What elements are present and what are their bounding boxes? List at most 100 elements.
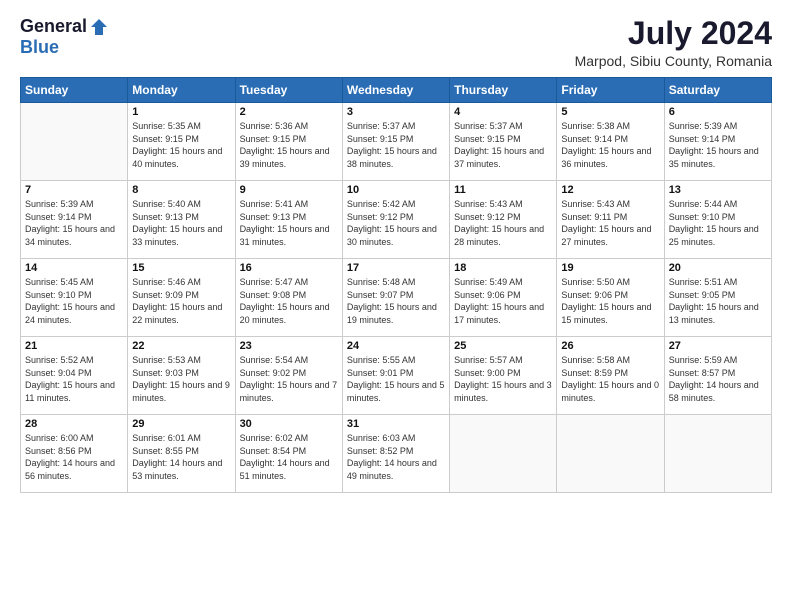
day-info: Sunrise: 5:52 AM Sunset: 9:04 PM Dayligh…	[25, 354, 123, 404]
weekday-header-thursday: Thursday	[450, 78, 557, 103]
calendar-cell: 28Sunrise: 6:00 AM Sunset: 8:56 PM Dayli…	[21, 415, 128, 493]
day-number: 21	[25, 340, 123, 352]
day-info: Sunrise: 5:46 AM Sunset: 9:09 PM Dayligh…	[132, 276, 230, 326]
weekday-header-row: SundayMondayTuesdayWednesdayThursdayFrid…	[21, 78, 772, 103]
day-number: 30	[240, 418, 338, 430]
calendar-cell: 9 Sunrise: 5:41 AM Sunset: 9:13 PM Daylig…	[235, 181, 342, 259]
day-info: Sunrise: 5:55 AM Sunset: 9:01 PM Dayligh…	[347, 354, 445, 404]
month-year-title: July 2024	[575, 16, 772, 51]
calendar-cell: 14 Sunrise: 5:45 AM Sunset: 9:10 PM Dayli…	[21, 259, 128, 337]
header: General Blue July 2024 Marpod, Sibiu Cou…	[20, 16, 772, 69]
calendar-cell: 31 Sunrise: 6:03 AM Sunset: 8:52 PM Dayli…	[342, 415, 449, 493]
day-info: Sunrise: 5:47 AM Sunset: 9:08 PM Dayligh…	[240, 276, 338, 326]
day-number: 8	[132, 184, 230, 196]
day-info: Sunrise: 6:02 AM Sunset: 8:54 PM Dayligh…	[240, 432, 338, 482]
day-info: Sunrise: 5:44 AM Sunset: 9:10 PM Dayligh…	[669, 198, 767, 248]
day-info: Sunrise: 5:41 AM Sunset: 9:13 PM Dayligh…	[240, 198, 338, 248]
day-number: 18	[454, 262, 552, 274]
week-row-5: 28Sunrise: 6:00 AM Sunset: 8:56 PM Dayli…	[21, 415, 772, 493]
day-number: 24	[347, 340, 445, 352]
day-number: 14	[25, 262, 123, 274]
calendar-cell: 29 Sunrise: 6:01 AM Sunset: 8:55 PM Dayli…	[128, 415, 235, 493]
calendar-cell: 16 Sunrise: 5:47 AM Sunset: 9:08 PM Dayli…	[235, 259, 342, 337]
day-number: 9	[240, 184, 338, 196]
day-number: 3	[347, 106, 445, 118]
day-info: Sunrise: 5:43 AM Sunset: 9:12 PM Dayligh…	[454, 198, 552, 248]
calendar-cell: 13 Sunrise: 5:44 AM Sunset: 9:10 PM Dayli…	[664, 181, 771, 259]
calendar-cell: 7Sunrise: 5:39 AM Sunset: 9:14 PM Daylig…	[21, 181, 128, 259]
day-number: 20	[669, 262, 767, 274]
logo-text: General	[20, 16, 109, 37]
calendar-cell: 18 Sunrise: 5:49 AM Sunset: 9:06 PM Dayli…	[450, 259, 557, 337]
day-info: Sunrise: 5:40 AM Sunset: 9:13 PM Dayligh…	[132, 198, 230, 248]
calendar-cell: 8 Sunrise: 5:40 AM Sunset: 9:13 PM Daylig…	[128, 181, 235, 259]
day-number: 7	[25, 184, 123, 196]
weekday-header-tuesday: Tuesday	[235, 78, 342, 103]
calendar-cell: 22Sunrise: 5:53 AM Sunset: 9:03 PM Dayli…	[128, 337, 235, 415]
day-info: Sunrise: 5:45 AM Sunset: 9:10 PM Dayligh…	[25, 276, 123, 326]
day-info: Sunrise: 5:58 AM Sunset: 8:59 PM Dayligh…	[561, 354, 659, 404]
day-number: 1	[132, 106, 230, 118]
calendar-cell: 6 Sunrise: 5:39 AM Sunset: 9:14 PM Daylig…	[664, 103, 771, 181]
day-number: 19	[561, 262, 659, 274]
day-number: 25	[454, 340, 552, 352]
weekday-header-sunday: Sunday	[21, 78, 128, 103]
day-number: 29	[132, 418, 230, 430]
day-number: 5	[561, 106, 659, 118]
day-number: 17	[347, 262, 445, 274]
day-info: Sunrise: 5:57 AM Sunset: 9:00 PM Dayligh…	[454, 354, 552, 404]
weekday-header-wednesday: Wednesday	[342, 78, 449, 103]
calendar-cell: 17Sunrise: 5:48 AM Sunset: 9:07 PM Dayli…	[342, 259, 449, 337]
day-info: Sunrise: 5:53 AM Sunset: 9:03 PM Dayligh…	[132, 354, 230, 404]
calendar-cell: 3Sunrise: 5:37 AM Sunset: 9:15 PM Daylig…	[342, 103, 449, 181]
day-info: Sunrise: 6:03 AM Sunset: 8:52 PM Dayligh…	[347, 432, 445, 482]
day-info: Sunrise: 5:50 AM Sunset: 9:06 PM Dayligh…	[561, 276, 659, 326]
logo-general: General	[20, 16, 87, 37]
day-number: 27	[669, 340, 767, 352]
week-row-1: 1 Sunrise: 5:35 AM Sunset: 9:15 PM Daylig…	[21, 103, 772, 181]
calendar-cell: 20 Sunrise: 5:51 AM Sunset: 9:05 PM Dayli…	[664, 259, 771, 337]
calendar-cell: 5 Sunrise: 5:38 AM Sunset: 9:14 PM Daylig…	[557, 103, 664, 181]
calendar-cell: 30 Sunrise: 6:02 AM Sunset: 8:54 PM Dayli…	[235, 415, 342, 493]
week-row-4: 21 Sunrise: 5:52 AM Sunset: 9:04 PM Dayli…	[21, 337, 772, 415]
day-number: 12	[561, 184, 659, 196]
day-info: Sunrise: 5:38 AM Sunset: 9:14 PM Dayligh…	[561, 120, 659, 170]
day-info: Sunrise: 6:01 AM Sunset: 8:55 PM Dayligh…	[132, 432, 230, 482]
title-block: July 2024 Marpod, Sibiu County, Romania	[575, 16, 772, 69]
day-number: 23	[240, 340, 338, 352]
day-number: 4	[454, 106, 552, 118]
calendar-cell	[557, 415, 664, 493]
day-info: Sunrise: 5:42 AM Sunset: 9:12 PM Dayligh…	[347, 198, 445, 248]
day-info: Sunrise: 5:51 AM Sunset: 9:05 PM Dayligh…	[669, 276, 767, 326]
calendar-cell	[664, 415, 771, 493]
day-number: 31	[347, 418, 445, 430]
day-info: Sunrise: 5:37 AM Sunset: 9:15 PM Dayligh…	[454, 120, 552, 170]
calendar-cell: 10Sunrise: 5:42 AM Sunset: 9:12 PM Dayli…	[342, 181, 449, 259]
calendar-cell: 15Sunrise: 5:46 AM Sunset: 9:09 PM Dayli…	[128, 259, 235, 337]
day-number: 16	[240, 262, 338, 274]
day-info: Sunrise: 5:54 AM Sunset: 9:02 PM Dayligh…	[240, 354, 338, 404]
logo-blue: Blue	[20, 37, 59, 58]
day-info: Sunrise: 5:36 AM Sunset: 9:15 PM Dayligh…	[240, 120, 338, 170]
weekday-header-friday: Friday	[557, 78, 664, 103]
page: General Blue July 2024 Marpod, Sibiu Cou…	[0, 0, 792, 612]
day-number: 13	[669, 184, 767, 196]
day-number: 26	[561, 340, 659, 352]
calendar-table: SundayMondayTuesdayWednesdayThursdayFrid…	[20, 77, 772, 493]
weekday-header-monday: Monday	[128, 78, 235, 103]
calendar-cell	[21, 103, 128, 181]
day-number: 2	[240, 106, 338, 118]
weekday-header-saturday: Saturday	[664, 78, 771, 103]
day-number: 6	[669, 106, 767, 118]
day-info: Sunrise: 5:49 AM Sunset: 9:06 PM Dayligh…	[454, 276, 552, 326]
day-number: 28	[25, 418, 123, 430]
calendar-cell: 4 Sunrise: 5:37 AM Sunset: 9:15 PM Daylig…	[450, 103, 557, 181]
calendar-cell: 19 Sunrise: 5:50 AM Sunset: 9:06 PM Dayli…	[557, 259, 664, 337]
calendar-cell: 12Sunrise: 5:43 AM Sunset: 9:11 PM Dayli…	[557, 181, 664, 259]
logo: General Blue	[20, 16, 109, 58]
day-info: Sunrise: 5:39 AM Sunset: 9:14 PM Dayligh…	[669, 120, 767, 170]
calendar-cell: 2 Sunrise: 5:36 AM Sunset: 9:15 PM Daylig…	[235, 103, 342, 181]
location-subtitle: Marpod, Sibiu County, Romania	[575, 53, 772, 69]
calendar-cell: 21 Sunrise: 5:52 AM Sunset: 9:04 PM Dayli…	[21, 337, 128, 415]
day-info: Sunrise: 5:35 AM Sunset: 9:15 PM Dayligh…	[132, 120, 230, 170]
